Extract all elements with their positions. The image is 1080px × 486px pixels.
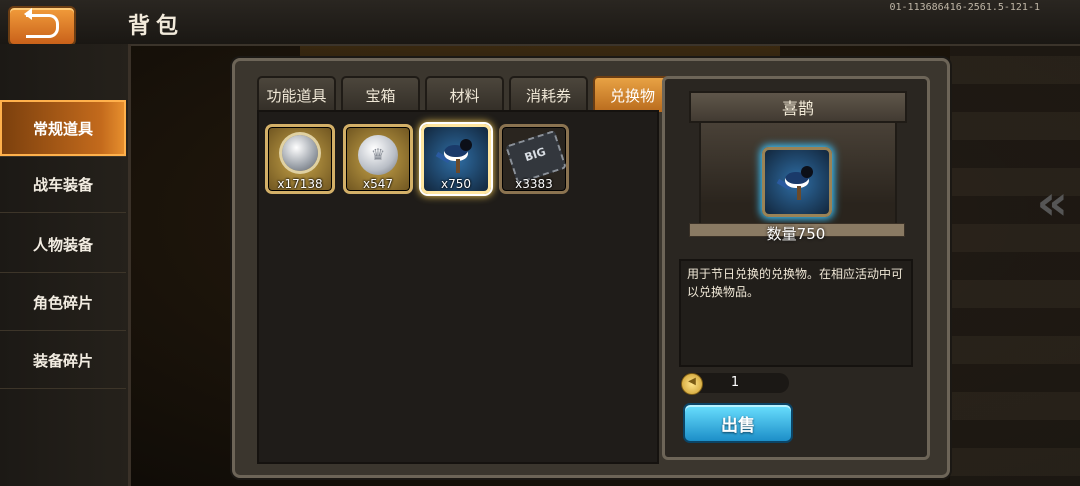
sidebar: 常规道具 战车装备 人物装备 角色碎片 装备碎片 (0, 44, 131, 486)
sidebar-item-general-items[interactable]: 常规道具 (0, 100, 126, 157)
quantity-adjust-icon[interactable]: ◀ (681, 373, 703, 395)
tab-label: 宝箱 (365, 86, 396, 105)
tab-label: 功能道具 (266, 86, 327, 105)
item-detail-panel: 喜鹊 数量750 用于节日兑换的兑换物。在相应活动中可以兑换物品。 ◀ 1 出售 (662, 76, 930, 460)
tab-exchange-items[interactable]: 兑换物 (593, 76, 672, 112)
sidebar-item-label: 战车装备 (32, 175, 93, 194)
item-quantity: x750 (440, 177, 471, 191)
sidebar-item-character-equipment[interactable]: 人物装备 (0, 216, 126, 273)
item-quantity-label: 数量750 (766, 225, 826, 243)
sell-quantity-value: 1 (730, 375, 740, 390)
tab-label: 兑换物 (609, 86, 655, 105)
tab-vouchers[interactable]: 消耗券 (509, 76, 588, 112)
top-bar: 背包 01-113686416-2561.5-121-1 (0, 0, 1080, 46)
item-name: 喜鹊 (689, 91, 907, 123)
sidebar-item-label: 常规道具 (32, 119, 93, 138)
background-chevron-icon: ‹‹ (1036, 175, 1067, 231)
tab-chests[interactable]: 宝箱 (341, 76, 420, 112)
item-slot[interactable]: ♛ x547 (343, 124, 413, 194)
tab-materials[interactable]: 材料 (425, 76, 504, 112)
tab-label: 消耗券 (525, 86, 571, 105)
item-quantity: x17138 (277, 177, 323, 191)
tab-bar: 功能道具 宝箱 材料 消耗券 兑换物 (257, 76, 672, 112)
sidebar-item-label: 装备碎片 (32, 351, 93, 370)
item-description: 用于节日兑换的兑换物。在相应活动中可以兑换物品。 (679, 259, 913, 367)
item-grid: x17138 ♛ x547 x750 BIG x3383 (257, 110, 659, 464)
item-slot[interactable]: x17138 (265, 124, 335, 194)
sidebar-item-vehicle-equipment[interactable]: 战车装备 (0, 156, 126, 213)
silver-medal-icon (282, 135, 318, 171)
back-button[interactable] (8, 6, 76, 46)
sidebar-item-label: 人物装备 (32, 235, 93, 254)
tab-label: 材料 (449, 86, 480, 105)
sell-quantity-stepper[interactable]: ◀ 1 (681, 373, 789, 395)
page-title: 背包 (128, 14, 185, 39)
silver-coin-icon: ♛ (358, 135, 398, 175)
magpie-icon (435, 133, 476, 173)
magpie-icon (762, 147, 832, 217)
background-wall (950, 0, 1080, 486)
big-chip-icon: BIG (505, 129, 566, 185)
sidebar-item-character-fragments[interactable]: 角色碎片 (0, 274, 126, 331)
sidebar-item-label: 角色碎片 (32, 293, 93, 312)
tab-function-items[interactable]: 功能道具 (257, 76, 336, 112)
back-arrow-icon (23, 8, 59, 38)
item-quantity: x3383 (515, 177, 553, 191)
chip-text: BIG (522, 145, 548, 165)
version-label: 01-113686416-2561.5-121-1 (889, 2, 1040, 13)
item-quantity: x547 (362, 177, 393, 191)
sidebar-item-equipment-fragments[interactable]: 装备碎片 (0, 332, 126, 389)
item-slot[interactable]: BIG x3383 (499, 124, 569, 194)
item-slot-selected[interactable]: x750 (421, 124, 491, 194)
sell-button[interactable]: 出售 (683, 403, 793, 443)
